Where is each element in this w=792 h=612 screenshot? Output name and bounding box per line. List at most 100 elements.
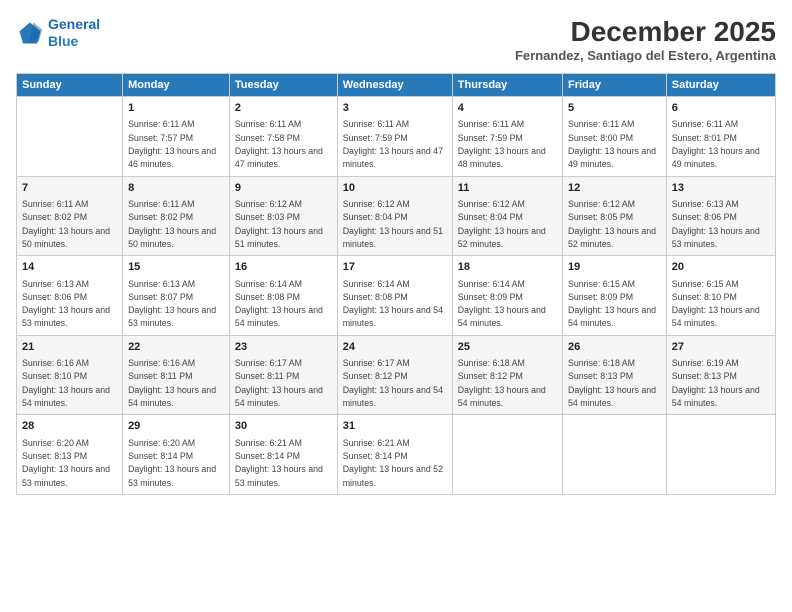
cell-sunrise: Sunrise: 6:16 AMSunset: 8:10 PMDaylight:… [22,358,110,408]
calendar-cell: 2 Sunrise: 6:11 AMSunset: 7:58 PMDaylight… [229,97,337,177]
day-number: 8 [128,181,224,196]
calendar-cell: 26 Sunrise: 6:18 AMSunset: 8:13 PMDayligh… [563,335,667,415]
cell-sunrise: Sunrise: 6:14 AMSunset: 8:08 PMDaylight:… [343,279,443,329]
calendar-week-5: 28 Sunrise: 6:20 AMSunset: 8:13 PMDayligh… [17,415,776,495]
day-number: 16 [235,260,332,275]
cell-sunrise: Sunrise: 6:14 AMSunset: 8:09 PMDaylight:… [458,279,546,329]
day-number: 11 [458,181,557,196]
calendar-cell: 28 Sunrise: 6:20 AMSunset: 8:13 PMDayligh… [17,415,123,495]
cell-sunrise: Sunrise: 6:11 AMSunset: 7:59 PMDaylight:… [458,119,546,169]
cell-sunrise: Sunrise: 6:11 AMSunset: 8:02 PMDaylight:… [128,199,216,249]
calendar-cell: 31 Sunrise: 6:21 AMSunset: 8:14 PMDayligh… [337,415,452,495]
cell-sunrise: Sunrise: 6:15 AMSunset: 8:09 PMDaylight:… [568,279,656,329]
calendar-body: 1Sunrise: 6:11 AMSunset: 7:57 PMDaylight… [17,97,776,495]
cell-sunrise: Sunrise: 6:12 AMSunset: 8:04 PMDaylight:… [343,199,443,249]
calendar-cell: 11 Sunrise: 6:12 AMSunset: 8:04 PMDayligh… [452,176,562,256]
day-number: 14 [22,260,117,275]
calendar-cell: 13 Sunrise: 6:13 AMSunset: 8:06 PMDayligh… [666,176,775,256]
day-number: 13 [672,181,770,196]
calendar-cell [666,415,775,495]
day-number: 28 [22,419,117,434]
calendar-week-1: 1Sunrise: 6:11 AMSunset: 7:57 PMDaylight… [17,97,776,177]
cell-sunrise: Sunrise: 6:12 AMSunset: 8:05 PMDaylight:… [568,199,656,249]
logo: General Blue [16,16,100,50]
calendar-week-2: 7 Sunrise: 6:11 AMSunset: 8:02 PMDaylight… [17,176,776,256]
calendar-cell: 27Sunrise: 6:19 AMSunset: 8:13 PMDayligh… [666,335,775,415]
cell-sunrise: Sunrise: 6:11 AMSunset: 7:57 PMDaylight:… [128,119,216,169]
day-number: 12 [568,181,661,196]
day-number: 15 [128,260,224,275]
calendar-cell [17,97,123,177]
cell-sunrise: Sunrise: 6:13 AMSunset: 8:06 PMDaylight:… [22,279,110,329]
calendar-cell: 19 Sunrise: 6:15 AMSunset: 8:09 PMDayligh… [563,256,667,336]
cell-sunrise: Sunrise: 6:12 AMSunset: 8:03 PMDaylight:… [235,199,323,249]
col-saturday: Saturday [666,74,775,97]
calendar-cell [452,415,562,495]
header: General Blue December 2025 Fernandez, Sa… [16,16,776,63]
cell-sunrise: Sunrise: 6:15 AMSunset: 8:10 PMDaylight:… [672,279,760,329]
cell-sunrise: Sunrise: 6:14 AMSunset: 8:08 PMDaylight:… [235,279,323,329]
calendar-cell: 3Sunrise: 6:11 AMSunset: 7:59 PMDaylight… [337,97,452,177]
col-wednesday: Wednesday [337,74,452,97]
day-number: 22 [128,340,224,355]
calendar-cell: 12 Sunrise: 6:12 AMSunset: 8:05 PMDayligh… [563,176,667,256]
calendar-cell: 8 Sunrise: 6:11 AMSunset: 8:02 PMDaylight… [123,176,230,256]
calendar-cell: 23 Sunrise: 6:17 AMSunset: 8:11 PMDayligh… [229,335,337,415]
calendar-cell: 5 Sunrise: 6:11 AMSunset: 8:00 PMDaylight… [563,97,667,177]
location-subtitle: Fernandez, Santiago del Estero, Argentin… [515,48,776,63]
calendar-cell: 29 Sunrise: 6:20 AMSunset: 8:14 PMDayligh… [123,415,230,495]
cell-sunrise: Sunrise: 6:11 AMSunset: 8:01 PMDaylight:… [672,119,760,169]
cell-sunrise: Sunrise: 6:12 AMSunset: 8:04 PMDaylight:… [458,199,546,249]
cell-sunrise: Sunrise: 6:20 AMSunset: 8:14 PMDaylight:… [128,438,216,488]
calendar-cell: 7 Sunrise: 6:11 AMSunset: 8:02 PMDaylight… [17,176,123,256]
day-number: 23 [235,340,332,355]
cell-sunrise: Sunrise: 6:11 AMSunset: 7:59 PMDaylight:… [343,119,443,169]
col-thursday: Thursday [452,74,562,97]
cell-sunrise: Sunrise: 6:18 AMSunset: 8:13 PMDaylight:… [568,358,656,408]
calendar-week-4: 21 Sunrise: 6:16 AMSunset: 8:10 PMDayligh… [17,335,776,415]
calendar-cell: 4 Sunrise: 6:11 AMSunset: 7:59 PMDaylight… [452,97,562,177]
calendar-cell: 24Sunrise: 6:17 AMSunset: 8:12 PMDayligh… [337,335,452,415]
cell-sunrise: Sunrise: 6:11 AMSunset: 8:00 PMDaylight:… [568,119,656,169]
day-number: 26 [568,340,661,355]
calendar-cell: 9Sunrise: 6:12 AMSunset: 8:03 PMDaylight… [229,176,337,256]
col-monday: Monday [123,74,230,97]
day-number: 21 [22,340,117,355]
day-number: 2 [235,101,332,116]
calendar-cell: 20 Sunrise: 6:15 AMSunset: 8:10 PMDayligh… [666,256,775,336]
day-number: 5 [568,101,661,116]
calendar-cell: 22 Sunrise: 6:16 AMSunset: 8:11 PMDayligh… [123,335,230,415]
calendar-cell: 17 Sunrise: 6:14 AMSunset: 8:08 PMDayligh… [337,256,452,336]
day-number: 24 [343,340,447,355]
col-friday: Friday [563,74,667,97]
cell-sunrise: Sunrise: 6:20 AMSunset: 8:13 PMDaylight:… [22,438,110,488]
day-number: 29 [128,419,224,434]
cell-sunrise: Sunrise: 6:18 AMSunset: 8:12 PMDaylight:… [458,358,546,408]
month-title: December 2025 [515,16,776,48]
col-tuesday: Tuesday [229,74,337,97]
cell-sunrise: Sunrise: 6:16 AMSunset: 8:11 PMDaylight:… [128,358,216,408]
calendar-cell: 25Sunrise: 6:18 AMSunset: 8:12 PMDayligh… [452,335,562,415]
col-sunday: Sunday [17,74,123,97]
header-row: Sunday Monday Tuesday Wednesday Thursday… [17,74,776,97]
calendar-cell: 10Sunrise: 6:12 AMSunset: 8:04 PMDayligh… [337,176,452,256]
cell-sunrise: Sunrise: 6:13 AMSunset: 8:06 PMDaylight:… [672,199,760,249]
day-number: 31 [343,419,447,434]
cell-sunrise: Sunrise: 6:13 AMSunset: 8:07 PMDaylight:… [128,279,216,329]
day-number: 4 [458,101,557,116]
day-number: 7 [22,181,117,196]
cell-sunrise: Sunrise: 6:17 AMSunset: 8:11 PMDaylight:… [235,358,323,408]
day-number: 17 [343,260,447,275]
cell-sunrise: Sunrise: 6:11 AMSunset: 8:02 PMDaylight:… [22,199,110,249]
day-number: 6 [672,101,770,116]
calendar-cell [563,415,667,495]
day-number: 19 [568,260,661,275]
calendar-cell: 30Sunrise: 6:21 AMSunset: 8:14 PMDayligh… [229,415,337,495]
calendar-cell: 15 Sunrise: 6:13 AMSunset: 8:07 PMDayligh… [123,256,230,336]
cell-sunrise: Sunrise: 6:21 AMSunset: 8:14 PMDaylight:… [343,438,443,488]
page: General Blue December 2025 Fernandez, Sa… [0,0,792,612]
cell-sunrise: Sunrise: 6:11 AMSunset: 7:58 PMDaylight:… [235,119,323,169]
calendar-week-3: 14 Sunrise: 6:13 AMSunset: 8:06 PMDayligh… [17,256,776,336]
day-number: 18 [458,260,557,275]
day-number: 20 [672,260,770,275]
